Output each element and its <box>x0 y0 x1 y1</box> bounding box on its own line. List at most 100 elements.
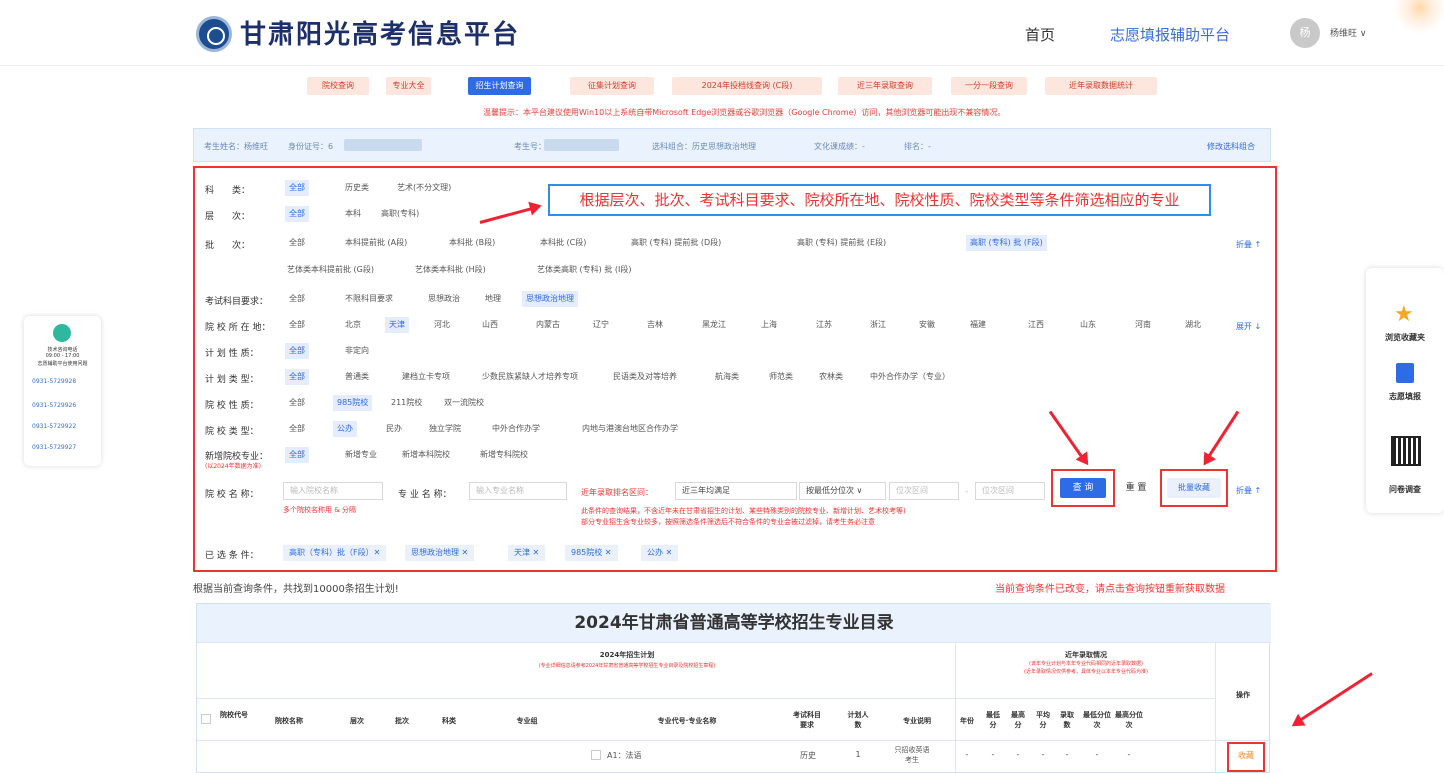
opt-loc-tianjin[interactable]: 天津 <box>385 317 409 333</box>
batch-collect-button[interactable]: 批量收藏 <box>1167 478 1221 498</box>
opt-pici-i[interactable]: 艺体类高职 (专科) 批 (I段) <box>533 262 635 278</box>
rank-mode-select[interactable]: 按最低分位次 ∨ <box>799 482 886 500</box>
nav-home-link[interactable]: 首页 <box>1025 24 1055 45</box>
qr-code-icon[interactable] <box>1391 436 1421 466</box>
avatar[interactable]: 杨 <box>1290 18 1320 48</box>
opt-loc-neimenggu[interactable]: 内蒙古 <box>532 317 564 333</box>
opt-loc-shanghai[interactable]: 上海 <box>757 317 781 333</box>
user-menu[interactable]: 杨维旺 ∨ <box>1330 26 1366 39</box>
opt-yxlx-hkmt[interactable]: 内地与港澳台地区合作办学 <box>578 421 682 437</box>
opt-loc-hebei[interactable]: 河北 <box>430 317 454 333</box>
opt-kaoshi-politics[interactable]: 思想政治 <box>424 291 464 307</box>
tab-major-list[interactable]: 专业大全 <box>386 77 431 95</box>
form-icon[interactable] <box>1396 363 1414 383</box>
opt-loc-jilin[interactable]: 吉林 <box>643 317 667 333</box>
major-name-input[interactable]: 输入专业名称 <box>469 482 567 500</box>
rank-range-select[interactable]: 近三年均满足 <box>675 482 797 500</box>
opt-cengci-all[interactable]: 全部 <box>285 206 309 222</box>
opt-pici-e[interactable]: 高职 (专科) 提前批 (E段) <box>793 235 890 251</box>
edit-subjects-link[interactable]: 修改选科组合 <box>1207 141 1255 152</box>
phone-link[interactable]: 0931-5729928 <box>32 378 76 385</box>
opt-jhlx-normal[interactable]: 普通类 <box>341 369 373 385</box>
tab-school-query[interactable]: 院校查询 <box>307 77 369 95</box>
opt-pici-h[interactable]: 艺体类本科批 (H段) <box>411 262 490 278</box>
selected-chip-985[interactable]: 985院校 ✕ <box>565 545 618 561</box>
opt-pici-f[interactable]: 高职 (专科) 批 (F段) <box>966 235 1047 251</box>
opt-jhlx-navigation[interactable]: 航海类 <box>711 369 743 385</box>
opt-pici-b[interactable]: 本科批 (B段) <box>445 235 499 251</box>
row-checkbox[interactable] <box>591 750 601 760</box>
tab-plan-query[interactable]: 招生计划查询 <box>468 77 531 95</box>
opt-xz-major[interactable]: 新增专业 <box>341 447 381 463</box>
opt-kaoshi-politics-geo[interactable]: 思想政治地理 <box>522 291 578 307</box>
site-logo[interactable] <box>196 16 232 52</box>
collect-button[interactable]: 收藏 <box>1231 750 1261 761</box>
pici-fold-toggle[interactable]: 折叠 ↑ <box>1236 239 1261 250</box>
tab-score-rank[interactable]: 一分一段查询 <box>951 77 1027 95</box>
opt-kelei-all[interactable]: 全部 <box>285 180 309 196</box>
opt-yxxz-all[interactable]: 全部 <box>285 395 309 411</box>
opt-yxlx-independent[interactable]: 独立学院 <box>425 421 465 437</box>
opt-yxxz-985[interactable]: 985院校 <box>333 395 373 411</box>
opt-kaoshi-none[interactable]: 不限科目要求 <box>341 291 397 307</box>
location-expand-toggle[interactable]: 展开 ↓ <box>1236 321 1261 332</box>
opt-yxlx-sino-foreign[interactable]: 中外合作办学 <box>488 421 544 437</box>
opt-cengci-zhuanke[interactable]: 高职(专科) <box>377 206 423 222</box>
opt-loc-beijing[interactable]: 北京 <box>341 317 365 333</box>
opt-loc-fujian[interactable]: 福建 <box>966 317 990 333</box>
opt-loc-shandong[interactable]: 山东 <box>1076 317 1100 333</box>
opt-cengci-benke[interactable]: 本科 <box>341 206 365 222</box>
opt-pici-d[interactable]: 高职 (专科) 提前批 (D段) <box>627 235 725 251</box>
selected-chip-subject[interactable]: 思想政治地理 ✕ <box>405 545 475 561</box>
opt-jhlx-normal-edu[interactable]: 师范类 <box>765 369 797 385</box>
phone-link[interactable]: 0931-5729922 <box>32 423 76 430</box>
opt-kaoshi-all[interactable]: 全部 <box>285 291 309 307</box>
rank-to-input[interactable]: 位次区间 <box>975 482 1045 500</box>
opt-pici-a[interactable]: 本科提前批 (A段) <box>341 235 411 251</box>
opt-kaoshi-geo[interactable]: 地理 <box>481 291 505 307</box>
tab-collect-plan[interactable]: 征集计划查询 <box>570 77 654 95</box>
opt-jhxz-nondirected[interactable]: 非定向 <box>341 343 373 359</box>
opt-loc-hubei[interactable]: 湖北 <box>1181 317 1205 333</box>
favorites-link[interactable]: 浏览收藏夹 <box>1366 332 1444 343</box>
opt-yxlx-all[interactable]: 全部 <box>285 421 309 437</box>
tab-score-line[interactable]: 2024年投档线查询 (C段) <box>672 77 822 95</box>
opt-loc-henan[interactable]: 河南 <box>1131 317 1155 333</box>
phone-link[interactable]: 0931-5729926 <box>32 402 76 409</box>
opt-jhlx-minority[interactable]: 少数民族紧缺人才培养专项 <box>478 369 582 385</box>
query-button[interactable]: 查 询 <box>1060 478 1106 498</box>
opt-xz-zhuanke[interactable]: 新增专科院校 <box>476 447 532 463</box>
opt-yxlx-private[interactable]: 民办 <box>382 421 406 437</box>
opt-yxlx-public[interactable]: 公办 <box>333 421 357 437</box>
search-fold-toggle[interactable]: 折叠 ↑ <box>1236 485 1261 496</box>
selected-chip-tianjin[interactable]: 天津 ✕ <box>508 545 546 561</box>
opt-kelei-history[interactable]: 历史类 <box>341 180 373 196</box>
select-all-checkbox[interactable] <box>201 714 211 724</box>
opt-jhlx-language[interactable]: 民语类及对等培养 <box>609 369 681 385</box>
opt-xz-all[interactable]: 全部 <box>285 447 309 463</box>
phone-link[interactable]: 0931-5729927 <box>32 444 76 451</box>
opt-loc-zhejiang[interactable]: 浙江 <box>866 317 890 333</box>
opt-yxxz-doublefirst[interactable]: 双一流院校 <box>440 395 488 411</box>
nav-zhiyuan-link[interactable]: 志愿填报辅助平台 <box>1110 24 1230 45</box>
opt-loc-shanxi[interactable]: 山西 <box>478 317 502 333</box>
star-icon[interactable]: ★ <box>1394 304 1414 326</box>
zhiyuan-link[interactable]: 志愿填报 <box>1366 391 1444 402</box>
opt-jhxz-all[interactable]: 全部 <box>285 343 309 359</box>
opt-jhlx-joint[interactable]: 中外合作办学（专业） <box>866 369 954 385</box>
opt-loc-liaoning[interactable]: 辽宁 <box>589 317 613 333</box>
opt-loc-all[interactable]: 全部 <box>285 317 309 333</box>
selected-chip-pici[interactable]: 高职（专科）批（F段）✕ <box>283 545 387 561</box>
opt-loc-jiangsu[interactable]: 江苏 <box>812 317 836 333</box>
opt-loc-anhui[interactable]: 安徽 <box>915 317 939 333</box>
opt-xz-benke[interactable]: 新增本科院校 <box>398 447 454 463</box>
opt-kelei-art[interactable]: 艺术(不分文理) <box>393 180 455 196</box>
opt-pici-all[interactable]: 全部 <box>285 235 309 251</box>
opt-loc-jiangxi[interactable]: 江西 <box>1024 317 1048 333</box>
opt-loc-heilongjiang[interactable]: 黑龙江 <box>698 317 730 333</box>
school-name-input[interactable]: 输入院校名称 <box>283 482 383 500</box>
opt-yxxz-211[interactable]: 211院校 <box>387 395 426 411</box>
tab-stats[interactable]: 近年录取数据统计 <box>1045 77 1157 95</box>
survey-link[interactable]: 问卷调查 <box>1366 484 1444 495</box>
tab-three-year[interactable]: 近三年录取查询 <box>838 77 932 95</box>
